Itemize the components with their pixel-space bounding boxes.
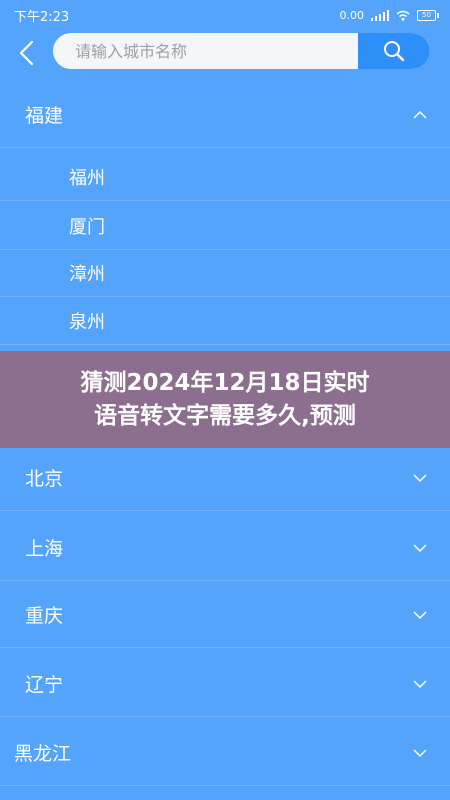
overlay-banner: 猜测2024年12月18日实时 语音转文字需要多久,预测 [0,351,450,448]
network-speed: 0.00 [339,8,365,22]
chevron-down-icon [412,676,428,692]
province-label: 上海 [25,538,64,560]
city-item[interactable]: 厦门 [0,202,450,250]
province-heilongjiang[interactable]: 黑龙江 [0,720,450,786]
back-arrow-icon [19,40,34,66]
city-label: 福州 [69,167,105,189]
province-label: 重庆 [25,605,64,627]
city-item[interactable]: 福州 [0,153,450,201]
status-bar: 下午2:23 0.00 50 [0,0,450,30]
status-time: 下午2:23 [14,9,70,25]
province-label: 黑龙江 [14,743,72,765]
province-fujian[interactable]: 福建 [0,82,450,148]
search-button[interactable] [358,33,430,69]
city-label: 漳州 [69,263,105,285]
city-label: 泉州 [69,311,105,333]
search-input[interactable] [53,33,358,69]
province-beijing[interactable]: 北京 [0,445,450,511]
banner-line-2: 语音转文字需要多久,预测 [94,402,356,429]
battery-icon: 50 [417,9,439,21]
province-label: 北京 [25,468,64,490]
back-button[interactable] [0,30,52,76]
city-item[interactable]: 泉州 [0,297,450,345]
province-label: 福建 [25,105,64,127]
chevron-down-icon [412,470,428,486]
search-bar [0,30,450,76]
province-liaoning[interactable]: 辽宁 [0,651,450,717]
province-label: 辽宁 [25,674,64,696]
province-chongqing[interactable]: 重庆 [0,582,450,648]
signal-icon [371,9,389,21]
wifi-icon [396,10,410,21]
chevron-up-icon [412,107,428,123]
city-label: 厦门 [69,216,105,238]
search-box [53,33,430,69]
chevron-down-icon [412,745,428,761]
chevron-down-icon [412,540,428,556]
chevron-down-icon [412,607,428,623]
battery-level: 50 [422,10,431,19]
province-shanghai[interactable]: 上海 [0,515,450,581]
search-icon [384,41,405,62]
banner-line-1: 猜测2024年12月18日实时 [80,369,370,396]
status-icons: 0.00 50 [339,8,439,22]
city-item[interactable]: 漳州 [0,249,450,297]
